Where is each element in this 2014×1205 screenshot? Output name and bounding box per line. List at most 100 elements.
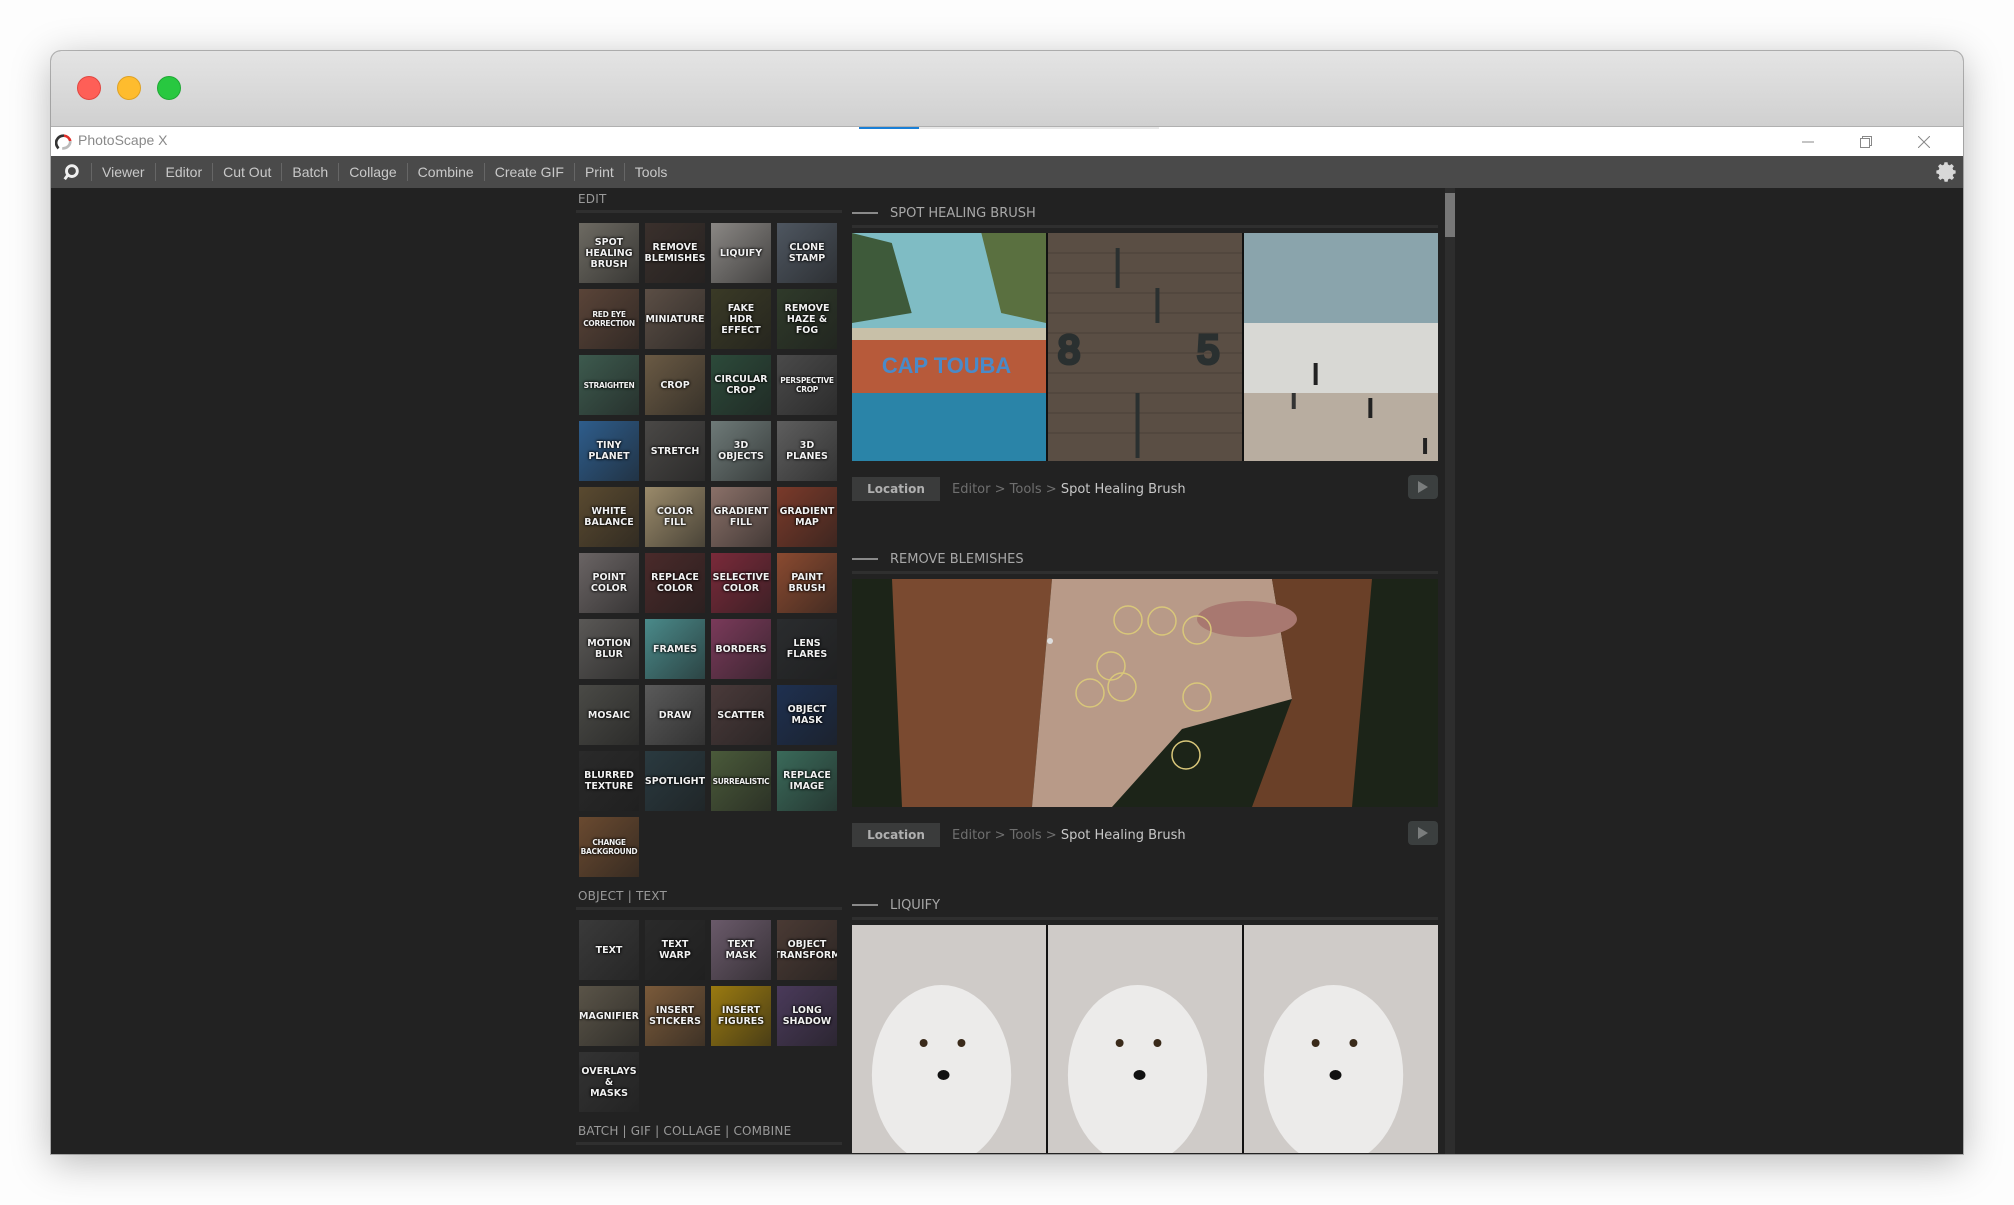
object-tools-grid: TEXTTEXT WARPTEXT MASKOBJECT TRANSFORM MA… xyxy=(576,920,842,1112)
tool-tile-scatter[interactable]: SCATTER xyxy=(711,685,771,745)
tool-tile-text[interactable]: TEXT xyxy=(579,920,639,980)
tool-tile-straighten[interactable]: STRAIGHTEN xyxy=(579,355,639,415)
tool-tile-replace-color[interactable]: REPLACE COLOR xyxy=(645,553,705,613)
play-video-button[interactable] xyxy=(1408,821,1438,845)
location-button[interactable]: Location xyxy=(852,823,940,847)
tool-tile-3d-planes[interactable]: 3D PLANES xyxy=(777,421,837,481)
location-button[interactable]: Location xyxy=(852,477,940,501)
minimize-window-button[interactable] xyxy=(117,76,141,100)
tool-tile-object-transform[interactable]: OBJECT TRANSFORM xyxy=(777,920,837,980)
tool-tile-change-background[interactable]: CHANGE BACKGROUND xyxy=(579,817,639,877)
tool-tile-remove-blemishes[interactable]: REMOVE BLEMISHES xyxy=(645,223,705,283)
tool-tile-spotlight[interactable]: SPOTLIGHT xyxy=(645,751,705,811)
play-icon xyxy=(1418,481,1428,493)
close-window-button[interactable] xyxy=(77,76,101,100)
tool-tile-liquify[interactable]: LIQUIFY xyxy=(711,223,771,283)
example-images xyxy=(852,579,1438,807)
divider xyxy=(576,907,842,910)
nav-combine[interactable]: Combine xyxy=(406,163,484,181)
tool-tile-stretch[interactable]: STRETCH xyxy=(645,421,705,481)
app-window: PhotoScape X Viewer Editor Cut Out Batch xyxy=(51,51,1963,1154)
tool-tile-3d-objects[interactable]: 3D OBJECTS xyxy=(711,421,771,481)
location-row: Location Editor > Tools > Spot Healing B… xyxy=(852,813,1438,857)
tool-tile-surrealistic[interactable]: SURREALISTIC xyxy=(711,751,771,811)
divider xyxy=(852,904,878,906)
nav-cut-out[interactable]: Cut Out xyxy=(212,163,281,181)
tool-tile-paint-brush[interactable]: PAINT BRUSH xyxy=(777,553,837,613)
tool-tile-magnifier[interactable]: MAGNIFIER xyxy=(579,986,639,1046)
tool-tile-point-color[interactable]: POINT COLOR xyxy=(579,553,639,613)
scrollbar-thumb[interactable] xyxy=(1445,193,1455,237)
nav-viewer[interactable]: Viewer xyxy=(91,163,155,181)
example-image-face xyxy=(852,579,1438,807)
tool-tile-gradient-fill[interactable]: GRADIENT FILL xyxy=(711,487,771,547)
example-image-beach xyxy=(1244,233,1438,461)
app-title: PhotoScape X xyxy=(78,132,168,148)
photoscape-logo-icon xyxy=(63,164,79,181)
tool-tile-color-fill[interactable]: COLOR FILL xyxy=(645,487,705,547)
scrollbar[interactable] xyxy=(1445,188,1455,1154)
tool-tile-crop[interactable]: CROP xyxy=(645,355,705,415)
tool-tile-frames[interactable]: FRAMES xyxy=(645,619,705,679)
loading-track xyxy=(919,127,1159,129)
tool-tile-miniature[interactable]: MINIATURE xyxy=(645,289,705,349)
tool-tile-draw[interactable]: DRAW xyxy=(645,685,705,745)
tool-tile-text-mask[interactable]: TEXT MASK xyxy=(711,920,771,980)
tool-tile-mosaic[interactable]: MOSAIC xyxy=(579,685,639,745)
loading-indicator xyxy=(859,127,919,129)
home-button[interactable] xyxy=(51,156,91,188)
nav-create-gif[interactable]: Create GIF xyxy=(483,163,574,181)
nav-editor[interactable]: Editor xyxy=(154,163,213,181)
example-image-boat: CAP TOUBA xyxy=(852,233,1046,461)
tool-tile-remove-haze-fog[interactable]: REMOVE HAZE & FOG xyxy=(777,289,837,349)
breadcrumb-current[interactable]: Spot Healing Brush xyxy=(1061,828,1186,843)
tool-tile-gradient-map[interactable]: GRADIENT MAP xyxy=(777,487,837,547)
tool-tile-motion-blur[interactable]: MOTION BLUR xyxy=(579,619,639,679)
restore-button[interactable] xyxy=(1837,127,1895,156)
breadcrumb-prefix: Editor > Tools > xyxy=(952,827,1061,843)
example-images: CAP TOUBA 8 5 xyxy=(852,233,1438,461)
tool-tile-tiny-planet[interactable]: TINY PLANET xyxy=(579,421,639,481)
tool-tile-red-eye-correction[interactable]: RED EYE CORRECTION xyxy=(579,289,639,349)
tool-tile-circular-crop[interactable]: CIRCULAR CROP xyxy=(711,355,771,415)
tool-tile-white-balance[interactable]: WHITE BALANCE xyxy=(579,487,639,547)
feature-spot-healing: SPOT HEALING BRUSH CAP TOUBA 8 5 Locatio… xyxy=(852,188,1438,511)
nav-batch[interactable]: Batch xyxy=(281,163,338,181)
gear-icon[interactable] xyxy=(1935,161,1957,183)
tool-tile-text-warp[interactable]: TEXT WARP xyxy=(645,920,705,980)
tool-tile-clone-stamp[interactable]: CLONE STAMP xyxy=(777,223,837,283)
tool-tile-lens-flares[interactable]: LENS FLARES xyxy=(777,619,837,679)
nav-collage[interactable]: Collage xyxy=(338,163,406,181)
tool-tile-overlays-masks[interactable]: OVERLAYS & MASKS xyxy=(579,1052,639,1112)
tool-tile-insert-figures[interactable]: INSERT FIGURES xyxy=(711,986,771,1046)
breadcrumb-current[interactable]: Spot Healing Brush xyxy=(1061,482,1186,497)
feature-title: SPOT HEALING BRUSH xyxy=(890,206,1036,221)
batch-section-label: BATCH | GIF | COLLAGE | COMBINE xyxy=(578,1124,792,1138)
close-button[interactable] xyxy=(1895,127,1953,156)
minimize-button[interactable] xyxy=(1779,127,1837,156)
minimize-icon xyxy=(1802,141,1814,142)
tool-tile-selective-color[interactable]: SELECTIVE COLOR xyxy=(711,553,771,613)
tool-tile-blurred-texture[interactable]: BLURRED TEXTURE xyxy=(579,751,639,811)
nav-tools[interactable]: Tools xyxy=(623,163,678,181)
tool-tile-replace-image[interactable]: REPLACE IMAGE xyxy=(777,751,837,811)
divider xyxy=(576,210,842,213)
tool-tile-perspective-crop[interactable]: PERSPECTIVE CROP xyxy=(777,355,837,415)
tool-tile-long-shadow[interactable]: LONG SHADOW xyxy=(777,986,837,1046)
main-nav: Viewer Editor Cut Out Batch Collage Comb… xyxy=(51,156,1963,188)
location-row: Location Editor > Tools > Spot Healing B… xyxy=(852,467,1438,511)
breadcrumb-prefix: Editor > Tools > xyxy=(952,481,1061,497)
tool-tile-spot-healing-brush[interactable]: SPOT HEALING BRUSH xyxy=(579,223,639,283)
divider xyxy=(576,1142,842,1145)
nav-print[interactable]: Print xyxy=(573,163,624,181)
breadcrumb: Editor > Tools > Spot Healing Brush xyxy=(952,828,1186,843)
svg-text:CAP TOUBA: CAP TOUBA xyxy=(882,353,1011,378)
example-image-fox xyxy=(1244,925,1438,1153)
tool-tile-fake-hdr-effect[interactable]: FAKE HDR EFFECT xyxy=(711,289,771,349)
zoom-window-button[interactable] xyxy=(157,76,181,100)
tool-tile-insert-stickers[interactable]: INSERT STICKERS xyxy=(645,986,705,1046)
example-image-brick-wall: 8 5 xyxy=(1048,233,1242,461)
play-video-button[interactable] xyxy=(1408,475,1438,499)
tool-tile-object-mask[interactable]: OBJECT MASK xyxy=(777,685,837,745)
tool-tile-borders[interactable]: BORDERS xyxy=(711,619,771,679)
